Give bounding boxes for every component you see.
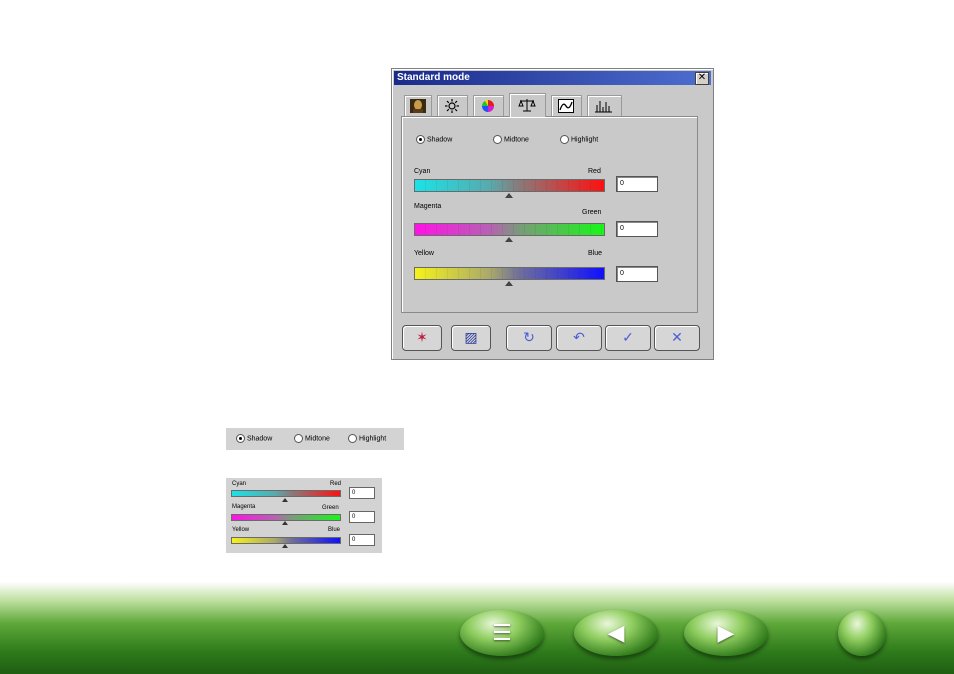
undo-icon: ↶	[573, 329, 585, 345]
blue-label: Blue	[588, 250, 603, 257]
excerpt-magenta-green-field[interactable]: 0	[349, 511, 375, 523]
tab-brightness[interactable]	[437, 95, 468, 116]
yellow-blue-track-segments	[415, 268, 604, 279]
document-icon: ▨	[464, 329, 478, 345]
excerpt-yellow-blue-field[interactable]: 0	[349, 534, 375, 546]
undo-button[interactable]: ↶	[556, 325, 602, 351]
load-settings-button[interactable]: ▨	[451, 325, 491, 351]
tab-image[interactable]	[404, 95, 432, 116]
yellow-blue-value-field[interactable]: 0	[616, 266, 658, 282]
list-icon: ☰	[492, 620, 512, 645]
excerpt-cyan-red-field[interactable]: 0	[349, 487, 375, 499]
tab-curves[interactable]	[551, 95, 582, 116]
portrait-icon	[410, 99, 426, 113]
excerpt-radio-shadow[interactable]: Shadow	[236, 434, 272, 443]
excerpt-red-label: Red	[330, 481, 342, 487]
previous-page-button[interactable]: ◀	[574, 610, 658, 656]
excerpt-yellow-blue-thumb[interactable]	[282, 544, 288, 548]
color-wheel-icon	[482, 100, 494, 112]
magenta-green-track-segments	[415, 224, 604, 235]
magenta-green-slider-track[interactable]	[414, 223, 605, 236]
circle-icon	[838, 610, 886, 656]
dialog-title: Standard mode	[397, 72, 470, 83]
excerpt-magenta-green-track[interactable]	[231, 514, 341, 521]
magenta-label: Magenta	[414, 203, 442, 210]
sun-icon	[445, 99, 459, 113]
color-balance-panel: Shadow Midtone Highlight Cyan Red 0 Mage…	[401, 116, 698, 313]
excerpt-radio-highlight-dot[interactable]	[348, 434, 357, 443]
magic-wand-icon: ✶	[416, 329, 428, 345]
green-label: Green	[582, 209, 602, 216]
radio-shadow[interactable]: Shadow	[416, 135, 452, 144]
cancel-button[interactable]: ✕	[654, 325, 700, 351]
yellow-blue-slider-thumb[interactable]	[504, 281, 513, 286]
excerpt-radio-midtone-label: Midtone	[304, 435, 330, 443]
auto-adjust-button[interactable]: ✶	[402, 325, 442, 351]
cyan-red-slider-thumb[interactable]	[504, 193, 513, 198]
contents-button[interactable]: ☰	[460, 610, 544, 656]
excerpt-blue-label: Blue	[328, 527, 341, 533]
tab-color-balance[interactable]	[509, 93, 546, 117]
yellow-blue-slider-track[interactable]	[414, 267, 605, 280]
excerpt-radio-shadow-label: Shadow	[246, 435, 273, 443]
histogram-icon	[595, 101, 612, 113]
check-icon: ✓	[622, 329, 634, 345]
tab-levels[interactable]	[587, 95, 622, 116]
red-label: Red	[588, 168, 601, 175]
x-icon: ✕	[671, 329, 683, 345]
radio-highlight-dot[interactable]	[560, 135, 569, 144]
excerpt-cyan-label: Cyan	[232, 481, 247, 487]
excerpt-cyan-red-thumb[interactable]	[282, 498, 288, 502]
curve-icon	[558, 99, 574, 113]
ok-button[interactable]: ✓	[605, 325, 651, 351]
cyan-red-track-segments	[415, 180, 604, 191]
triangle-left-icon: ◀	[607, 620, 625, 645]
refresh-icon: ↻	[523, 329, 535, 345]
close-button[interactable]: ✕	[695, 72, 709, 85]
home-button[interactable]	[838, 610, 886, 656]
radio-midtone-label: Midtone	[503, 136, 529, 144]
radio-highlight-label: Highlight	[570, 136, 599, 144]
excerpt-radio-highlight[interactable]: Highlight	[348, 434, 386, 443]
title-bar[interactable]: Standard mode ✕	[394, 71, 711, 85]
magenta-green-value-field[interactable]: 0	[616, 221, 658, 237]
excerpt-magenta-label: Magenta	[232, 504, 256, 510]
excerpt-magenta-green-thumb[interactable]	[282, 521, 288, 525]
radio-options-excerpt: Shadow Midtone Highlight	[226, 428, 404, 450]
next-page-button[interactable]: ▶	[684, 610, 768, 656]
cyan-red-value-field[interactable]: 0	[616, 176, 658, 192]
radio-highlight[interactable]: Highlight	[560, 135, 598, 144]
magenta-green-slider-thumb[interactable]	[504, 237, 513, 242]
radio-shadow-dot[interactable]	[416, 135, 425, 144]
excerpt-green-label: Green	[322, 505, 339, 511]
excerpt-cyan-red-track[interactable]	[231, 490, 341, 497]
cyan-red-slider-track[interactable]	[414, 179, 605, 192]
excerpt-radio-midtone-dot[interactable]	[294, 434, 303, 443]
triangle-right-icon: ▶	[717, 620, 735, 645]
radio-shadow-label: Shadow	[426, 136, 453, 144]
excerpt-radio-highlight-label: Highlight	[358, 435, 387, 443]
radio-midtone[interactable]: Midtone	[493, 135, 529, 144]
slider-excerpt: Cyan Red 0 Magenta Green 0 Yellow Blue 0	[226, 478, 382, 553]
excerpt-yellow-label: Yellow	[232, 527, 250, 533]
standard-mode-dialog: Standard mode ✕ Shadow Midtone Highlight…	[391, 68, 714, 360]
excerpt-radio-shadow-dot[interactable]	[236, 434, 245, 443]
reset-button[interactable]: ↻	[506, 325, 552, 351]
balance-scale-icon	[518, 99, 536, 112]
yellow-label: Yellow	[414, 250, 434, 257]
excerpt-radio-midtone[interactable]: Midtone	[294, 434, 330, 443]
cyan-label: Cyan	[414, 168, 431, 175]
radio-midtone-dot[interactable]	[493, 135, 502, 144]
excerpt-yellow-blue-track[interactable]	[231, 537, 341, 544]
tab-color[interactable]	[473, 95, 504, 116]
